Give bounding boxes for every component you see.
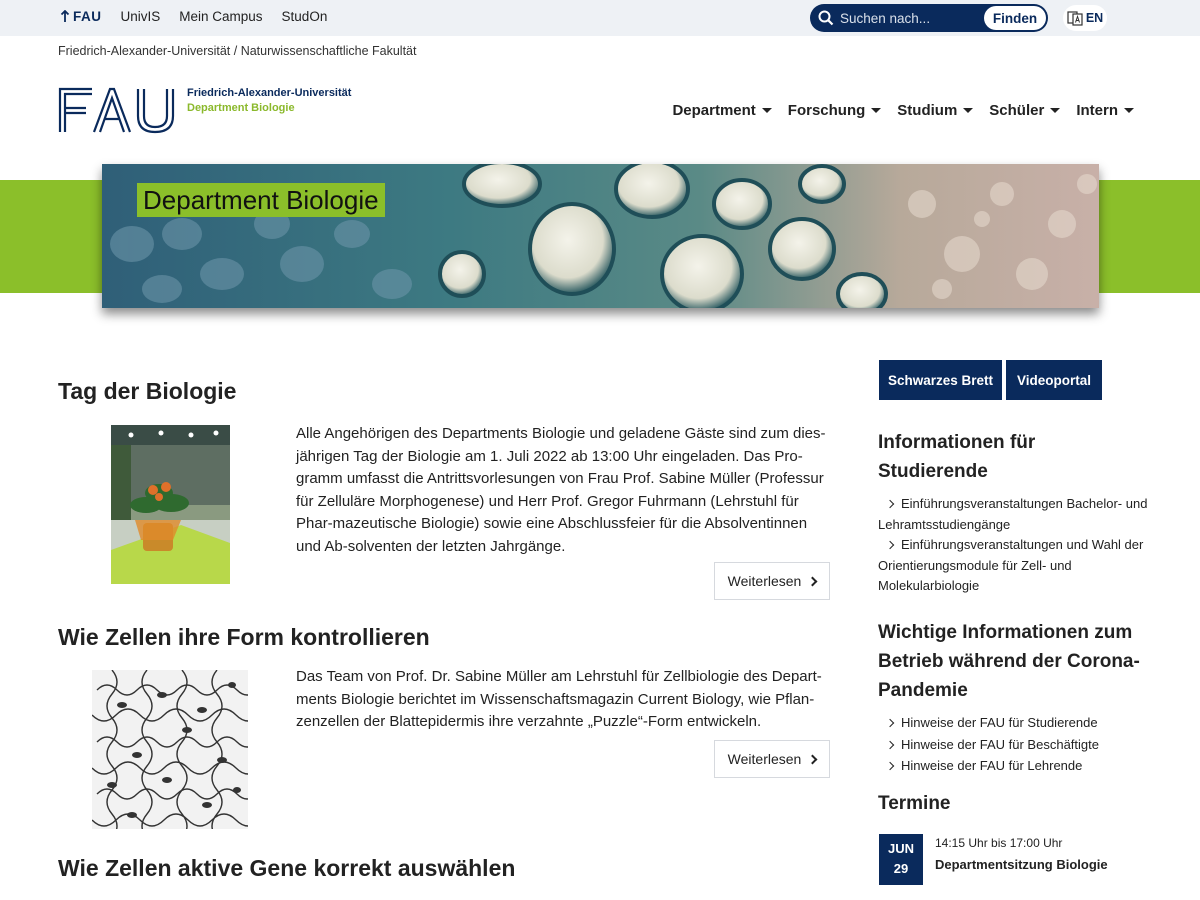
list-link[interactable]: Einführungsveranstaltungen Bachelor- und… bbox=[878, 494, 1148, 535]
list-link[interactable]: Hinweise der FAU für Studierende bbox=[878, 713, 1148, 734]
event-month: JUN bbox=[887, 841, 914, 856]
corona-list: Hinweise der FAU für Studierende Hinweis… bbox=[878, 713, 1148, 778]
article-image[interactable] bbox=[92, 670, 248, 829]
corona-heading: Wichtige Informationen zum Betrieb währe… bbox=[878, 622, 1140, 701]
info-studierende-list: Einführungsveranstaltungen Bachelor- und… bbox=[878, 494, 1148, 597]
list-link[interactable]: Hinweise der FAU für Beschäftigte bbox=[878, 735, 1148, 756]
article-image[interactable] bbox=[111, 425, 230, 584]
nav-item-forschung[interactable]: Forschung bbox=[788, 102, 882, 119]
caret-down-icon bbox=[963, 108, 974, 113]
chevron-right-icon bbox=[807, 576, 818, 586]
list-link-label: Einführungsveranstaltungen und Wahl der … bbox=[878, 537, 1144, 593]
videoportal-button[interactable]: Videoportal bbox=[1006, 360, 1102, 400]
event-title[interactable]: Departmentsitzung Biologie bbox=[935, 857, 1108, 872]
caret-down-icon bbox=[871, 108, 882, 113]
logo-text: Friedrich-Alexander-Universität Departme… bbox=[187, 86, 351, 116]
nav-item-schueler[interactable]: Schüler bbox=[989, 102, 1061, 119]
nav-item-intern[interactable]: Intern bbox=[1076, 102, 1134, 119]
nav-label: Forschung bbox=[787, 102, 866, 119]
search-input[interactable] bbox=[840, 8, 985, 28]
termine-heading: Termine bbox=[878, 793, 951, 814]
nav-label: Studium bbox=[897, 102, 958, 119]
logo-department-name: Department Biologie bbox=[187, 102, 295, 114]
breadcrumb[interactable]: Friedrich-Alexander-Universität / Naturw… bbox=[58, 44, 416, 58]
event-date-badge[interactable]: JUN 29 bbox=[879, 834, 923, 885]
event-time: 14:15 Uhr bis 17:00 Uhr bbox=[935, 836, 1063, 850]
fau-logo[interactable] bbox=[58, 86, 178, 134]
arrow-up-icon bbox=[60, 10, 70, 22]
read-more-label: Weiterlesen bbox=[727, 751, 802, 767]
nav-label: Department bbox=[672, 102, 756, 119]
chevron-right-icon bbox=[885, 499, 895, 509]
language-label: EN bbox=[1085, 11, 1104, 25]
caret-down-icon bbox=[1124, 108, 1134, 113]
top-links: FAU UnivIS Mein Campus StudOn bbox=[60, 9, 327, 24]
read-more-button[interactable]: Weiterlesen bbox=[714, 740, 830, 778]
list-link-label: Hinweise der FAU für Lehrende bbox=[901, 758, 1083, 773]
caret-down-icon bbox=[1050, 108, 1061, 113]
article-teaser: Das Team von Prof. Dr. Sabine Müller am … bbox=[296, 668, 822, 730]
nav-label: Intern bbox=[1076, 102, 1118, 119]
schwarzes-brett-button[interactable]: Schwarzes Brett bbox=[879, 360, 1002, 400]
list-link[interactable]: Hinweise der FAU für Lehrende bbox=[878, 756, 1148, 777]
list-link[interactable]: Einführungsveranstaltungen und Wahl der … bbox=[878, 535, 1148, 597]
article-title[interactable]: Tag der Biologie bbox=[58, 378, 236, 405]
language-icon bbox=[1067, 11, 1083, 26]
nav-item-studium[interactable]: Studium bbox=[897, 102, 974, 119]
list-link-label: Hinweise der FAU für Studierende bbox=[901, 715, 1098, 730]
read-more-button[interactable]: Weiterlesen bbox=[714, 562, 830, 600]
info-studierende-heading: Informationen für Studierende bbox=[878, 432, 1036, 482]
fau-home-link[interactable]: FAU bbox=[60, 9, 102, 24]
studon-link[interactable]: StudOn bbox=[282, 9, 328, 24]
search-bar: Finden bbox=[810, 4, 1048, 32]
nav-label: Schüler bbox=[989, 102, 1045, 119]
article-title[interactable]: Wie Zellen ihre Form kontrollieren bbox=[58, 624, 430, 651]
chevron-right-icon bbox=[807, 754, 818, 764]
nav-item-department[interactable]: Department bbox=[672, 102, 772, 119]
main-nav: Department Forschung Studium Schüler Int… bbox=[672, 102, 1134, 119]
list-link-label: Hinweise der FAU für Beschäftigte bbox=[901, 736, 1099, 752]
mein-campus-link[interactable]: Mein Campus bbox=[179, 9, 262, 24]
logo-university-name: Friedrich-Alexander-Universität bbox=[187, 87, 352, 99]
search-icon bbox=[818, 10, 834, 26]
univis-link[interactable]: UnivIS bbox=[121, 9, 161, 24]
read-more-label: Weiterlesen bbox=[727, 573, 802, 589]
list-link-label: Einführungsveranstaltungen Bachelor- und… bbox=[878, 496, 1148, 532]
article-teaser: Alle Angehörigen des Departments Biologi… bbox=[296, 425, 826, 555]
chevron-right-icon bbox=[885, 761, 895, 771]
top-bar: FAU UnivIS Mein Campus StudOn Finden EN bbox=[0, 0, 1200, 36]
caret-down-icon bbox=[761, 108, 772, 113]
article-title[interactable]: Wie Zellen aktive Gene korrekt auswählen bbox=[58, 855, 515, 882]
fau-home-label: FAU bbox=[73, 9, 102, 24]
chevron-right-icon bbox=[885, 740, 895, 749]
event-day: 29 bbox=[893, 861, 909, 876]
hero-title: Department Biologie bbox=[137, 183, 385, 217]
chevron-right-icon bbox=[885, 540, 895, 550]
chevron-right-icon bbox=[885, 718, 895, 728]
language-switch[interactable]: EN bbox=[1063, 5, 1107, 31]
search-submit-button[interactable]: Finden bbox=[984, 6, 1046, 30]
